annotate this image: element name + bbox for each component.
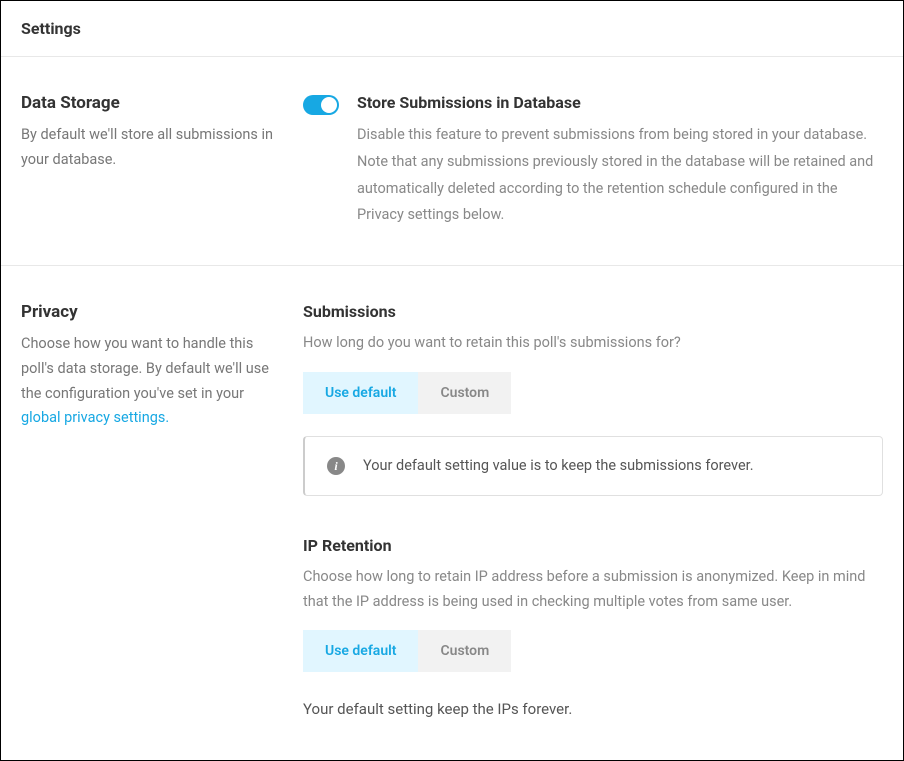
toggle-knob	[321, 97, 337, 113]
submissions-title: Submissions	[303, 302, 883, 321]
privacy-description: Choose how you want to handle this poll'…	[21, 332, 283, 431]
toggle-content: Store Submissions in Database Disable th…	[357, 93, 883, 229]
privacy-right: Submissions How long do you want to reta…	[303, 302, 883, 718]
submissions-info-box: i Your default setting value is to keep …	[303, 436, 883, 496]
submissions-button-group: Use default Custom	[303, 372, 511, 414]
ip-retention-description: Choose how long to retain IP address bef…	[303, 565, 883, 614]
ip-default-button[interactable]: Use default	[303, 630, 418, 672]
store-submissions-row: Store Submissions in Database Disable th…	[303, 93, 883, 229]
store-submissions-description: Disable this feature to prevent submissi…	[357, 122, 883, 229]
data-storage-description: By default we'll store all submissions i…	[21, 123, 283, 172]
privacy-title: Privacy	[21, 302, 283, 322]
data-storage-title: Data Storage	[21, 93, 283, 113]
data-storage-right: Store Submissions in Database Disable th…	[303, 93, 883, 229]
info-icon: i	[327, 457, 345, 475]
ip-custom-button[interactable]: Custom	[418, 630, 511, 672]
settings-header: Settings	[1, 1, 903, 57]
privacy-left: Privacy Choose how you want to handle th…	[21, 302, 303, 718]
ip-retention-note: Your default setting keep the IPs foreve…	[303, 700, 883, 718]
store-submissions-toggle[interactable]	[303, 95, 339, 115]
info-glyph: i	[334, 460, 337, 472]
submissions-default-button[interactable]: Use default	[303, 372, 418, 414]
submissions-description: How long do you want to retain this poll…	[303, 331, 883, 356]
submissions-custom-button[interactable]: Custom	[418, 372, 511, 414]
data-storage-left: Data Storage By default we'll store all …	[21, 93, 303, 229]
ip-retention-button-group: Use default Custom	[303, 630, 511, 672]
submissions-info-text: Your default setting value is to keep th…	[363, 457, 754, 474]
privacy-desc-text: Choose how you want to handle this poll'…	[21, 335, 269, 401]
store-submissions-title: Store Submissions in Database	[357, 93, 883, 112]
submissions-subsection: Submissions How long do you want to reta…	[303, 302, 883, 496]
privacy-section: Privacy Choose how you want to handle th…	[1, 266, 903, 754]
data-storage-section: Data Storage By default we'll store all …	[1, 57, 903, 266]
global-privacy-link[interactable]: global privacy settings.	[21, 409, 169, 426]
ip-retention-subsection: IP Retention Choose how long to retain I…	[303, 536, 883, 718]
page-title: Settings	[21, 19, 883, 38]
ip-retention-title: IP Retention	[303, 536, 883, 555]
